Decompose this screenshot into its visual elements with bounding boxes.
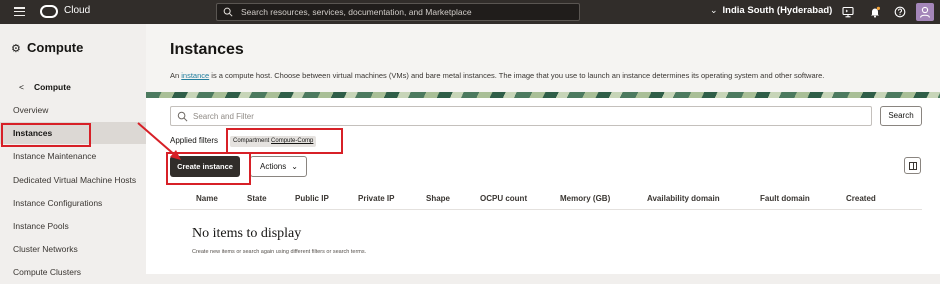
column-header-shape[interactable]: Shape xyxy=(426,194,450,203)
left-sidebar: ⚙ Compute < Compute Overview Instances Ins… xyxy=(0,24,146,284)
table-header-divider xyxy=(170,209,922,210)
chevron-down-icon: ⌄ xyxy=(710,5,718,15)
sidebar-title: ⚙ Compute xyxy=(11,40,83,55)
sidebar-title-text: Compute xyxy=(27,40,84,55)
sidebar-item-dedicated-vm-hosts[interactable]: Dedicated Virtual Machine Hosts xyxy=(0,169,146,191)
page-description: An instance is a compute host. Choose be… xyxy=(170,71,824,80)
annotation-box-create-instance xyxy=(166,152,251,185)
top-navigation-bar: Cloud Search resources, services, docume… xyxy=(0,0,940,24)
column-header-private-ip[interactable]: Private IP xyxy=(358,194,394,203)
chevron-left-icon: < xyxy=(19,82,24,92)
applied-filters-label: Applied filters xyxy=(170,136,219,145)
annotation-box-instances xyxy=(1,123,91,147)
annotation-box-compartment xyxy=(226,128,343,154)
instances-panel: Search Applied filters Compartment Compu… xyxy=(146,98,940,274)
notifications-bell-icon[interactable] xyxy=(869,6,881,18)
desc-suffix: is a compute host. Choose between virtua… xyxy=(209,71,825,80)
sidebar-item-compute-clusters[interactable]: Compute Clusters xyxy=(0,261,146,283)
compute-gear-icon: ⚙ xyxy=(11,43,21,55)
hamburger-icon[interactable] xyxy=(14,7,25,17)
sidebar-back-link[interactable]: < Compute xyxy=(19,82,71,92)
page-title: Instances xyxy=(170,41,244,58)
search-icon xyxy=(223,7,233,17)
sidebar-item-cluster-networks[interactable]: Cluster Networks xyxy=(0,238,146,260)
region-label: India South (Hyderabad) xyxy=(722,5,833,16)
developer-tools-icon[interactable] xyxy=(842,6,854,18)
sidebar-item-instance-maintenance[interactable]: Instance Maintenance xyxy=(0,145,146,167)
main-content: Instances An instance is a compute host.… xyxy=(146,24,940,284)
global-search-input[interactable]: Search resources, services, documentatio… xyxy=(216,3,580,21)
search-icon xyxy=(177,111,188,122)
column-header-created[interactable]: Created xyxy=(846,194,876,203)
search-button[interactable]: Search xyxy=(880,106,922,126)
actions-label: Actions xyxy=(260,162,287,171)
empty-state-title: No items to display xyxy=(192,226,302,241)
columns-icon xyxy=(909,162,917,170)
page-footer-strip xyxy=(146,274,940,284)
column-header-fault-domain[interactable]: Fault domain xyxy=(760,194,810,203)
instance-doc-link[interactable]: instance xyxy=(181,71,209,80)
column-header-state[interactable]: State xyxy=(247,194,267,203)
column-header-name[interactable]: Name xyxy=(196,194,218,203)
search-filter-field[interactable] xyxy=(170,106,872,126)
column-header-availability-domain[interactable]: Availability domain xyxy=(647,194,720,203)
oracle-logo[interactable] xyxy=(40,5,58,18)
help-icon[interactable] xyxy=(894,6,906,18)
actions-menu-button[interactable]: Actions ⌄ xyxy=(250,156,307,177)
user-avatar-icon[interactable] xyxy=(916,3,934,21)
sidebar-item-instance-configurations[interactable]: Instance Configurations xyxy=(0,192,146,214)
sidebar-back-label: Compute xyxy=(33,82,71,92)
column-header-memory[interactable]: Memory (GB) xyxy=(560,194,610,203)
user-silhouette-icon xyxy=(919,6,931,18)
search-filter-input[interactable] xyxy=(193,110,793,123)
region-selector[interactable]: ⌄ India South (Hyderabad) xyxy=(710,5,832,16)
brand-label[interactable]: Cloud xyxy=(64,5,90,16)
column-header-ocpu-count[interactable]: OCPU count xyxy=(480,194,527,203)
sidebar-item-overview[interactable]: Overview xyxy=(0,99,146,121)
desc-prefix: An xyxy=(170,71,182,80)
empty-state-subtitle: Create new items or search again using d… xyxy=(192,249,367,255)
sidebar-item-instance-pools[interactable]: Instance Pools xyxy=(0,215,146,237)
column-settings-button[interactable] xyxy=(904,157,921,174)
chevron-down-icon: ⌄ xyxy=(291,162,298,171)
global-search-placeholder: Search resources, services, documentatio… xyxy=(241,7,472,17)
column-header-public-ip[interactable]: Public IP xyxy=(295,194,329,203)
